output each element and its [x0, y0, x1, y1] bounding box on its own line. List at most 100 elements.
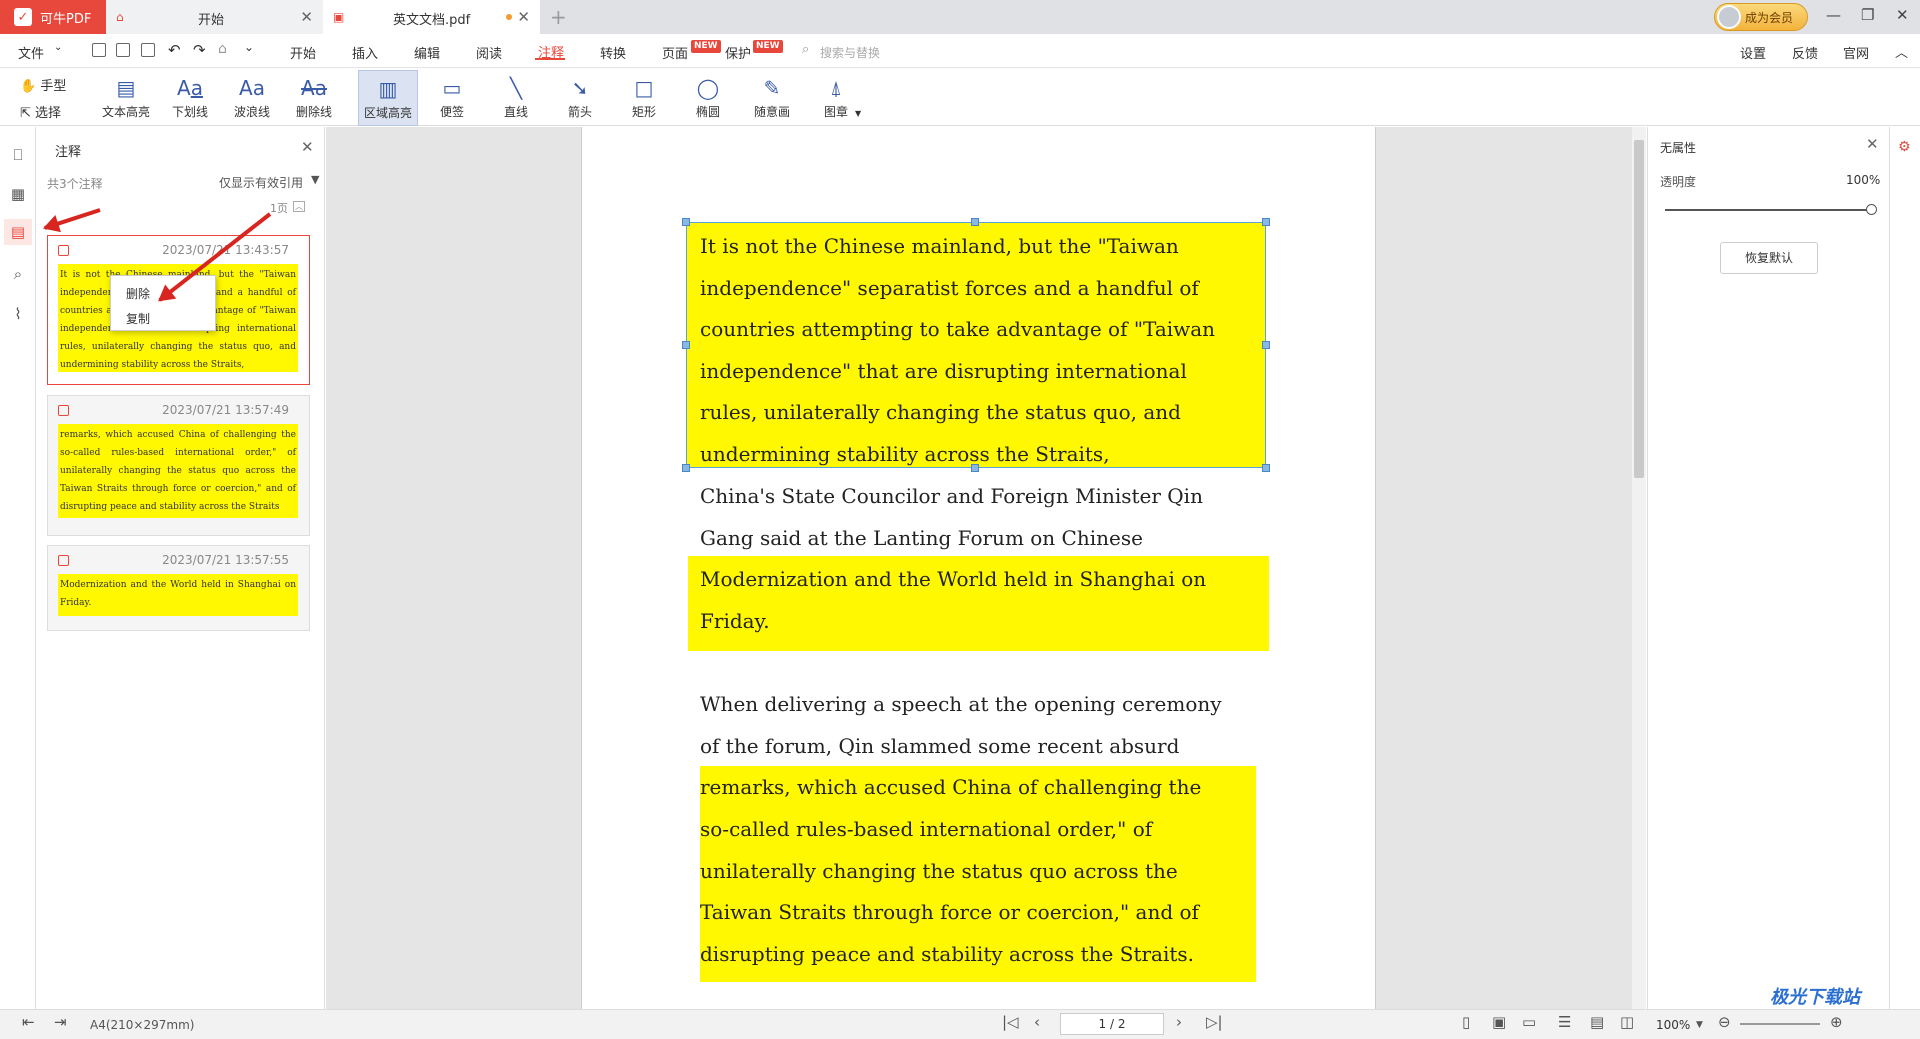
- underline-tool[interactable]: Aa 下划线: [160, 70, 220, 126]
- squiggly-tool[interactable]: Aa 波浪线: [222, 70, 282, 126]
- properties-toggle-icon[interactable]: ⚙: [1898, 139, 1911, 155]
- note-tool[interactable]: ▭ 便签: [422, 70, 482, 126]
- page-view-icon[interactable]: ▤: [1590, 1013, 1604, 1031]
- prev-doc-icon[interactable]: ⇤: [22, 1013, 35, 1031]
- print-icon[interactable]: [141, 43, 155, 57]
- doc-line: China's State Councilor and Foreign Mini…: [700, 484, 1203, 508]
- rectangle-tool[interactable]: □ 矩形: [614, 70, 674, 126]
- app-icon: ✓: [14, 8, 32, 26]
- filter-icon[interactable]: ▼: [311, 173, 319, 186]
- close-window-icon[interactable]: ✕: [1896, 6, 1909, 24]
- menu-read[interactable]: 阅读: [476, 43, 502, 62]
- close-icon[interactable]: ✕: [1866, 135, 1879, 153]
- menu-delete[interactable]: 删除: [126, 285, 150, 302]
- attachment-icon[interactable]: ⌇: [9, 305, 27, 323]
- hand-tool[interactable]: ✋ 手型: [20, 75, 66, 94]
- bookmark-icon[interactable]: ⎕: [9, 146, 27, 164]
- search-input[interactable]: 搜索与替换: [820, 44, 880, 61]
- slider-handle[interactable]: [1866, 204, 1877, 215]
- two-page-icon[interactable]: ◫: [1620, 1013, 1634, 1031]
- zoom-dropdown-icon[interactable]: ▼: [1696, 1020, 1703, 1030]
- vip-button[interactable]: 成为会员: [1714, 3, 1808, 31]
- doc-line: disrupting peace and stability across th…: [700, 942, 1195, 966]
- search-icon[interactable]: ⌕: [9, 265, 27, 283]
- opacity-label: 透明度: [1660, 175, 1697, 189]
- zoom-slider[interactable]: [1740, 1023, 1820, 1025]
- pdf-file-icon: ▣: [333, 10, 345, 24]
- menu-file[interactable]: 文件: [18, 43, 44, 62]
- menu-protect[interactable]: 保护: [725, 43, 751, 62]
- resize-handle[interactable]: [1262, 341, 1270, 349]
- select-tool[interactable]: ⇱ 选择: [20, 102, 61, 121]
- app-logo[interactable]: ✓ 可牛PDF: [0, 0, 106, 34]
- reset-default-button[interactable]: 恢复默认: [1720, 242, 1818, 274]
- home-small-icon[interactable]: ⌂: [218, 41, 227, 57]
- menu-website[interactable]: 官网: [1843, 43, 1869, 62]
- prev-page-icon[interactable]: ‹: [1034, 1013, 1040, 1031]
- resize-handle[interactable]: [682, 341, 690, 349]
- menu-convert[interactable]: 转换: [600, 43, 626, 62]
- more-icon[interactable]: ⌄: [244, 40, 254, 54]
- text-highlight-tool[interactable]: ▤ 文本高亮: [96, 70, 156, 126]
- close-icon[interactable]: ✕: [300, 8, 313, 26]
- comment-icon[interactable]: ▤: [4, 219, 32, 245]
- freehand-tool[interactable]: ✎ 随意画: [742, 70, 802, 126]
- text-highlight-icon: ▤: [116, 76, 136, 100]
- menu-copy[interactable]: 复制: [126, 310, 150, 327]
- zoom-out-icon[interactable]: ⊖: [1718, 1013, 1731, 1031]
- close-icon[interactable]: ✕: [301, 138, 314, 156]
- page-number-input[interactable]: 1 / 2: [1060, 1013, 1164, 1035]
- resize-handle[interactable]: [682, 218, 690, 226]
- next-page-icon[interactable]: ›: [1176, 1013, 1182, 1031]
- resize-handle[interactable]: [971, 218, 979, 226]
- tab-home[interactable]: ⌂ 开始 ✕: [106, 0, 323, 34]
- fit-page-icon[interactable]: ▣: [1492, 1013, 1506, 1031]
- ellipse-tool[interactable]: ◯ 椭圆: [678, 70, 738, 126]
- menu-start[interactable]: 开始: [290, 43, 316, 62]
- zoom-in-icon[interactable]: ⊕: [1830, 1013, 1843, 1031]
- chevron-down-icon[interactable]: ⌄: [54, 42, 62, 53]
- menu-insert[interactable]: 插入: [352, 43, 378, 62]
- page-group-label: 1页: [270, 202, 288, 215]
- menu-edit[interactable]: 编辑: [414, 43, 440, 62]
- redo-icon[interactable]: ↷: [193, 41, 206, 59]
- tab-document[interactable]: ▣ 英文文档.pdf ✕: [323, 0, 540, 34]
- area-highlight-icon: [58, 555, 69, 566]
- menu-settings[interactable]: 设置: [1740, 43, 1766, 62]
- line-tool[interactable]: ╲ 直线: [486, 70, 546, 126]
- last-page-icon[interactable]: ▷|: [1206, 1013, 1223, 1031]
- fit-width-icon[interactable]: ▭: [1522, 1013, 1536, 1031]
- area-highlight-tool[interactable]: ▥ 区域高亮: [358, 70, 418, 126]
- new-tab-icon[interactable]: +: [550, 5, 567, 29]
- arrow-tool[interactable]: ➘ 箭头: [550, 70, 610, 126]
- zoom-select[interactable]: 100%: [1656, 1018, 1690, 1032]
- undo-icon[interactable]: ↶: [168, 41, 181, 59]
- annotation-card[interactable]: 2023/07/21 13:57:55 Modernization and th…: [47, 545, 310, 631]
- opacity-slider[interactable]: [1665, 209, 1875, 211]
- close-icon[interactable]: ✕: [517, 8, 530, 26]
- stamp-dropdown-icon[interactable]: ▼: [855, 109, 861, 118]
- stamp-icon: ⍋: [830, 76, 842, 100]
- thumbnails-icon[interactable]: ▦: [9, 185, 27, 203]
- continuous-view-icon[interactable]: ☰: [1558, 1013, 1571, 1031]
- menu-feedback[interactable]: 反馈: [1792, 43, 1818, 62]
- annotation-card[interactable]: 2023/07/21 13:57:49 remarks, which accus…: [47, 395, 310, 536]
- first-page-icon[interactable]: |◁: [1002, 1013, 1019, 1031]
- paper-size: A4(210×297mm): [90, 1018, 195, 1032]
- collapse-icon[interactable]: ︿: [293, 201, 305, 212]
- restore-icon[interactable]: ❐: [1861, 6, 1874, 24]
- strikeout-tool[interactable]: Aa 删除线: [284, 70, 344, 126]
- resize-handle[interactable]: [682, 464, 690, 472]
- resize-handle[interactable]: [1262, 464, 1270, 472]
- save-icon[interactable]: [116, 43, 130, 57]
- open-icon[interactable]: [92, 43, 106, 57]
- next-doc-icon[interactable]: ⇥: [54, 1013, 67, 1031]
- filter-label[interactable]: 仅显示有效引用: [219, 174, 303, 191]
- scrollbar-thumb[interactable]: [1634, 140, 1644, 478]
- menu-page[interactable]: 页面: [662, 43, 688, 62]
- collapse-icon[interactable]: ︿: [1895, 42, 1908, 61]
- single-page-icon[interactable]: ▯: [1462, 1013, 1470, 1031]
- resize-handle[interactable]: [1262, 218, 1270, 226]
- annotation-text: remarks, which accused China of challeng…: [58, 424, 298, 518]
- minimize-icon[interactable]: —: [1826, 6, 1841, 24]
